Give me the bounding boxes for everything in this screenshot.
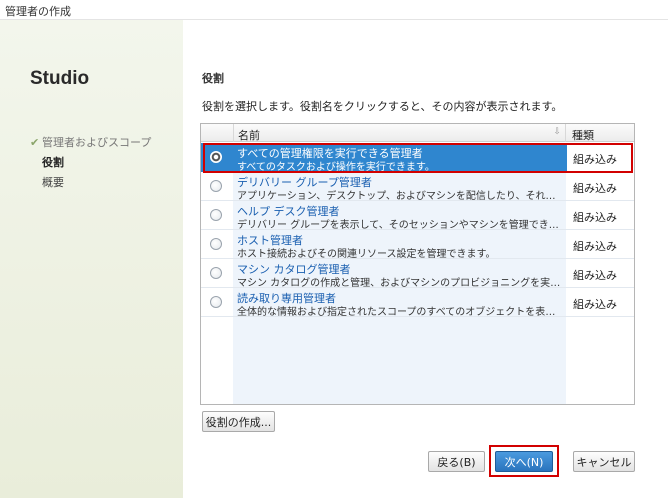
column-header-type-label: 種類	[572, 129, 594, 142]
step-label: 役割	[42, 156, 64, 169]
column-header-name-label: 名前	[238, 129, 260, 142]
column-header-type[interactable]: 種類	[567, 124, 634, 142]
step-label: 概要	[42, 176, 64, 189]
role-type: 組み込み	[573, 298, 617, 311]
role-list[interactable]: 名前 ⇩ 種類 すべての管理権限を実行できる管理者 すべてのタスクおよび操作を実…	[200, 123, 635, 405]
wizard-sidebar: Studio ✔ 管理者およびスコープ 役割 概要	[0, 20, 183, 498]
create-role-button[interactable]: 役割の作成...	[202, 411, 275, 432]
window-title-bar: 管理者の作成	[0, 0, 668, 20]
radio-button[interactable]	[210, 209, 222, 221]
step-summary[interactable]: 概要	[30, 172, 151, 192]
window-title: 管理者の作成	[5, 5, 71, 18]
cancel-button[interactable]: キャンセル	[573, 451, 635, 472]
list-header: 名前 ⇩ 種類	[201, 124, 634, 142]
radio-button[interactable]	[210, 238, 222, 250]
role-description: アプリケーション、デスクトップ、およびマシンを配信したり、それらのセッションを管…	[237, 191, 565, 202]
role-row-delivery-group-admin[interactable]: デリバリー グループ管理者 アプリケーション、デスクトップ、およびマシンを配信し…	[201, 172, 634, 202]
role-type: 組み込み	[573, 182, 617, 195]
role-description: ホスト接続およびその関連リソース設定を管理できます。	[237, 249, 496, 260]
wizard-steps: ✔ 管理者およびスコープ 役割 概要	[30, 132, 151, 192]
role-row-machine-catalog-admin[interactable]: マシン カタログ管理者 マシン カタログの作成と管理、およびマシンのプロビジョニ…	[201, 259, 634, 289]
role-description: 全体的な情報および指定されたスコープのすべてのオブジェクトを表示できますが…	[237, 307, 565, 318]
app-title: Studio	[30, 68, 90, 89]
list-body: すべての管理権限を実行できる管理者 すべてのタスクおよび操作を実行できます。 組…	[201, 143, 634, 404]
radio-button[interactable]	[210, 180, 222, 192]
role-type: 組み込み	[573, 240, 617, 253]
section-title: 役割	[202, 72, 224, 85]
radio-button[interactable]	[210, 267, 222, 279]
next-button[interactable]: 次へ(N)	[495, 451, 553, 472]
radio-button[interactable]	[210, 296, 222, 308]
step-role[interactable]: 役割	[30, 152, 151, 172]
role-type: 組み込み	[567, 143, 634, 172]
step-label: 管理者およびスコープ	[42, 136, 152, 149]
role-row-full-admin[interactable]: すべての管理権限を実行できる管理者 すべてのタスクおよび操作を実行できます。 組…	[201, 143, 634, 173]
wizard-content: 役割 役割を選択します。役割名をクリックすると、その内容が表示されます。 名前 …	[183, 20, 668, 498]
role-type: 組み込み	[573, 211, 617, 224]
column-header-name[interactable]: 名前 ⇩	[233, 124, 566, 142]
checkmark-icon: ✔	[30, 135, 40, 149]
step-admin-scope[interactable]: ✔ 管理者およびスコープ	[30, 132, 151, 152]
role-description: マシン カタログの作成と管理、およびマシンのプロビジョニングを実行できます。	[237, 278, 565, 289]
role-type: 組み込み	[573, 269, 617, 282]
back-button[interactable]: 戻る(B)	[428, 451, 485, 472]
role-description: すべてのタスクおよび操作を実行できます。	[237, 162, 435, 173]
sort-arrow-icon: ⇩	[553, 127, 561, 137]
role-row-read-only-admin[interactable]: 読み取り専用管理者 全体的な情報および指定されたスコープのすべてのオブジェクトを…	[201, 288, 634, 318]
role-row-host-admin[interactable]: ホスト管理者 ホスト接続およびその関連リソース設定を管理できます。 組み込み	[201, 230, 634, 260]
radio-button[interactable]	[210, 151, 222, 163]
role-description: デリバリー グループを表示して、そのセッションやマシンを管理できます。	[237, 220, 565, 231]
section-description: 役割を選択します。役割名をクリックすると、その内容が表示されます。	[202, 100, 563, 113]
role-row-help-desk-admin[interactable]: ヘルプ デスク管理者 デリバリー グループを表示して、そのセッションやマシンを管…	[201, 201, 634, 231]
